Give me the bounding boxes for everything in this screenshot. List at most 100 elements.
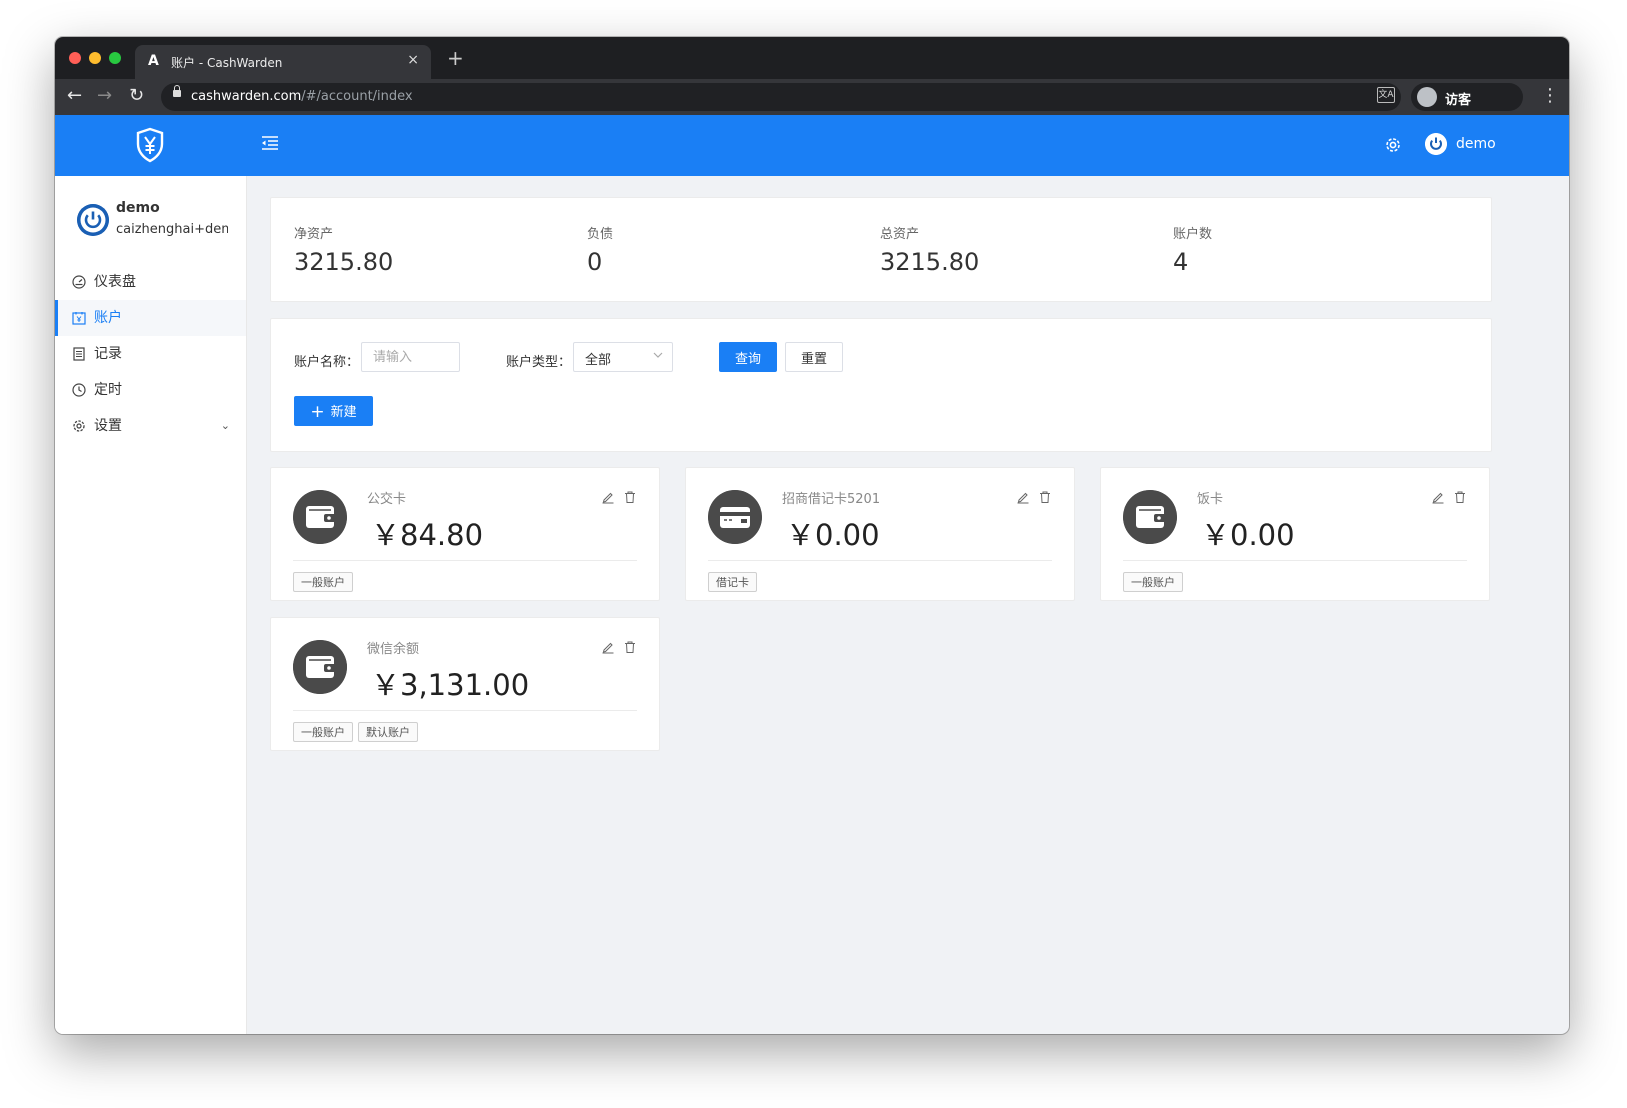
stat-label: 负债	[587, 227, 614, 242]
account-card[interactable]: 微信余额 ￥3,131.00 一般账户 默认账户	[270, 617, 660, 751]
card-divider	[708, 560, 1052, 561]
window-minimize-button[interactable]	[89, 52, 101, 64]
delete-icon[interactable]	[623, 490, 637, 504]
sidebar-menu: 仪表盘 账户 记录 定时 设置 ⌄	[55, 264, 246, 444]
back-arrow-icon[interactable]: ←	[67, 85, 82, 106]
account-name: 微信余额	[367, 642, 420, 657]
tab-title: 账户 - CashWarden	[171, 56, 283, 70]
account-card[interactable]: 招商借记卡5201 ￥0.00 借记卡	[685, 467, 1075, 601]
account-tags: 借记卡	[708, 571, 762, 592]
window-zoom-button[interactable]	[109, 52, 121, 64]
user-avatar	[77, 204, 109, 236]
account-tags: 一般账户 默认账户	[293, 721, 423, 742]
sidebar-item-dashboard[interactable]: 仪表盘	[55, 264, 246, 300]
gear-icon	[73, 420, 85, 432]
stat-liabilities: 负债 0	[587, 223, 613, 276]
header-username: demo	[1456, 136, 1496, 152]
account-book-icon	[72, 312, 86, 325]
dashboard-icon	[72, 275, 86, 289]
sidebar-item-label: 仪表盘	[94, 274, 136, 290]
reset-button[interactable]: 重置	[785, 342, 843, 372]
url-text: cashwarden.com/#/account/index	[191, 89, 413, 104]
sidebar-item-records[interactable]: 记录	[55, 336, 246, 372]
new-account-button[interactable]: + 新建	[294, 396, 373, 426]
account-balance: ￥0.00	[786, 518, 880, 552]
power-avatar-icon	[1425, 133, 1447, 155]
wallet-icon	[293, 640, 347, 694]
account-tags: 一般账户	[1123, 571, 1188, 592]
summary-card: 净资产 3215.80 负债 0 总资产 3215.80 账户数 4	[270, 197, 1492, 302]
new-tab-button[interactable]: +	[447, 46, 464, 70]
reload-icon[interactable]: ↻	[129, 85, 144, 106]
gear-icon[interactable]	[1383, 135, 1403, 155]
clock-icon	[72, 383, 86, 397]
stat-label: 总资产	[880, 227, 920, 242]
profile-email: caizhenghai+demo@qq.com	[116, 222, 228, 237]
browser-toolbar: ← → ↻ cashwarden.com/#/account/index 文A …	[55, 79, 1569, 115]
browser-profile-button[interactable]: 访客	[1411, 83, 1523, 111]
delete-icon[interactable]	[623, 640, 637, 654]
stat-account-count: 账户数 4	[1173, 223, 1212, 276]
stat-value: 0	[587, 248, 603, 276]
forward-arrow-icon[interactable]: →	[97, 85, 112, 106]
account-name-input[interactable]	[361, 342, 460, 372]
account-type-label: 账户类型：	[506, 355, 572, 370]
account-name: 公交卡	[367, 492, 407, 507]
account-type-select[interactable]: 全部	[573, 342, 673, 372]
browser-tab-strip: A 账户 - CashWarden × +	[55, 37, 1569, 79]
stat-label: 账户数	[1173, 227, 1213, 242]
delete-icon[interactable]	[1038, 490, 1052, 504]
tab-close-icon[interactable]: ×	[407, 52, 419, 68]
account-tag: 一般账户	[293, 722, 353, 742]
account-balance: ￥3,131.00	[371, 668, 530, 702]
edit-icon[interactable]	[601, 490, 615, 504]
chevron-down-icon: ⌄	[220, 419, 230, 432]
sidebar-item-accounts[interactable]: 账户	[55, 300, 246, 336]
wallet-icon	[293, 490, 347, 544]
account-card[interactable]: 公交卡 ￥84.80 一般账户	[270, 467, 660, 601]
new-account-label: 新建	[330, 404, 357, 420]
account-tag: 一般账户	[293, 572, 353, 592]
translate-icon[interactable]: 文A	[1377, 87, 1395, 103]
shield-yen-logo-icon[interactable]	[135, 127, 165, 163]
edit-icon[interactable]	[1016, 490, 1030, 504]
browser-tab[interactable]: A 账户 - CashWarden ×	[135, 45, 431, 79]
query-button[interactable]: 查询	[719, 342, 777, 372]
card-divider	[293, 560, 637, 561]
account-name: 招商借记卡5201	[782, 492, 881, 507]
stat-total-assets: 总资产 3215.80	[880, 223, 979, 276]
address-bar[interactable]: cashwarden.com/#/account/index	[161, 83, 1401, 111]
tab-favicon-icon: A	[148, 53, 159, 69]
chevron-down-icon	[653, 352, 663, 358]
app-header: demo	[55, 115, 1569, 176]
account-tag: 默认账户	[358, 722, 418, 742]
window-close-button[interactable]	[69, 52, 81, 64]
menu-fold-icon[interactable]	[261, 135, 279, 151]
stat-value: 4	[1173, 248, 1189, 276]
filter-card: 账户名称： 账户类型： 全部 查询 重置 + 新建	[270, 318, 1492, 452]
account-name: 饭卡	[1197, 492, 1224, 507]
delete-icon[interactable]	[1453, 490, 1467, 504]
edit-icon[interactable]	[1431, 490, 1445, 504]
sidebar-item-settings[interactable]: 设置 ⌄	[55, 408, 246, 444]
wallet-icon	[1123, 490, 1177, 544]
account-balance: ￥84.80	[371, 518, 484, 552]
profile-label: 访客	[1445, 93, 1472, 108]
stat-label: 净资产	[294, 227, 334, 242]
stat-value: 3215.80	[294, 248, 394, 276]
account-tags: 一般账户	[293, 571, 358, 592]
sidebar: demo caizhenghai+demo@qq.com 仪表盘 账户	[55, 176, 247, 1034]
sidebar-item-label: 设置	[94, 418, 122, 434]
account-tag: 借记卡	[708, 572, 757, 592]
browser-menu-icon[interactable]: ⋮	[1541, 85, 1559, 106]
stat-value: 3215.80	[880, 248, 980, 276]
lock-icon	[173, 85, 181, 97]
edit-icon[interactable]	[601, 640, 615, 654]
stat-net-assets: 净资产 3215.80	[294, 223, 393, 276]
browser-window: A 账户 - CashWarden × + ← → ↻ cashwarden.c…	[55, 37, 1569, 1034]
sidebar-item-label: 账户	[94, 310, 122, 326]
credit-card-icon	[708, 490, 762, 544]
sidebar-item-schedule[interactable]: 定时	[55, 372, 246, 408]
account-card[interactable]: 饭卡 ￥0.00 一般账户	[1100, 467, 1490, 601]
account-name-label: 账户名称：	[294, 355, 360, 370]
